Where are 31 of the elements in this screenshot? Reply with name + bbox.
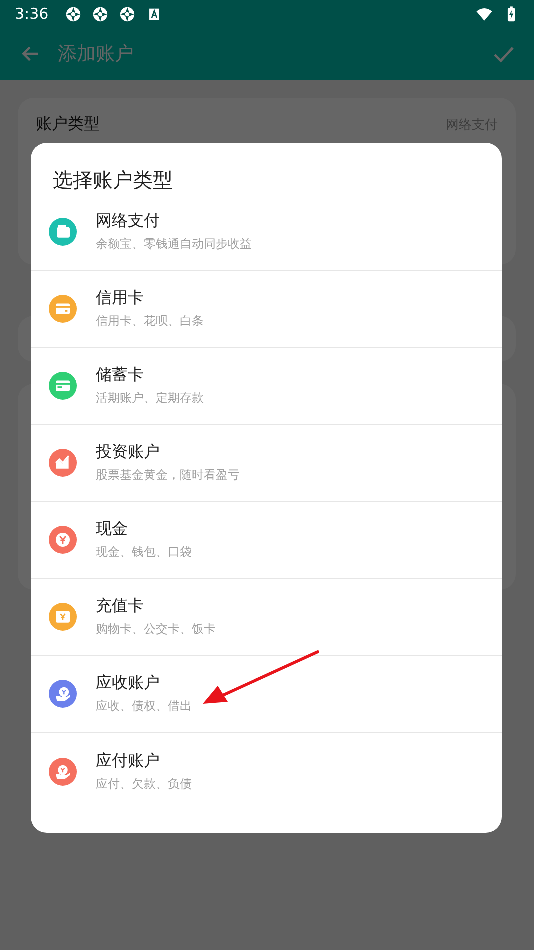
- option-title: 充值卡: [96, 596, 145, 617]
- screen-title: 添加账户: [58, 42, 135, 67]
- option-description: 股票基金黄金，随时看盈亏: [96, 467, 240, 484]
- option-title: 储蓄卡: [96, 365, 145, 386]
- option-title: 应付账户: [96, 750, 161, 772]
- option-title: 应收账户: [96, 673, 161, 694]
- clock-time: 3:36: [15, 5, 49, 23]
- account-type-option[interactable]: 现金 现金、钱包、口袋: [31, 502, 502, 579]
- notification-icon: [92, 6, 109, 22]
- notification-icon: [118, 6, 136, 22]
- account-type-option[interactable]: 充值卡 购物卡、公交卡、饭卡: [31, 579, 502, 656]
- option-description: 应付、欠款、负债: [96, 776, 192, 792]
- option-title: 现金: [96, 519, 129, 540]
- wifi-icon: [476, 6, 493, 22]
- account-type-option[interactable]: 投资账户 股票基金黄金，随时看盈亏: [31, 425, 502, 502]
- account-type-option[interactable]: 网络支付 余额宝、零钱通自动同步收益: [31, 194, 502, 271]
- option-description: 购物卡、公交卡、饭卡: [96, 621, 216, 638]
- dialog-title: 选择账户类型: [52, 167, 174, 194]
- account-type-option[interactable]: 信用卡 信用卡、花呗、白条: [31, 271, 502, 348]
- option-title: 信用卡: [96, 288, 145, 309]
- option-description: 应收、债权、借出: [96, 698, 192, 715]
- option-title: 投资账户: [96, 442, 161, 463]
- option-description: 信用卡、花呗、白条: [96, 313, 204, 330]
- account-type-option[interactable]: 应付账户 应付、欠款、负债: [31, 733, 502, 810]
- option-title: 网络支付: [96, 211, 161, 232]
- notification-icon: [64, 6, 82, 22]
- account-type-option[interactable]: 储蓄卡 活期账户、定期存款: [31, 348, 502, 425]
- option-description: 活期账户、定期存款: [96, 390, 204, 407]
- option-description: 现金、钱包、口袋: [96, 544, 192, 561]
- field-label: 账户类型: [36, 114, 100, 135]
- option-description: 余额宝、零钱通自动同步收益: [96, 236, 252, 253]
